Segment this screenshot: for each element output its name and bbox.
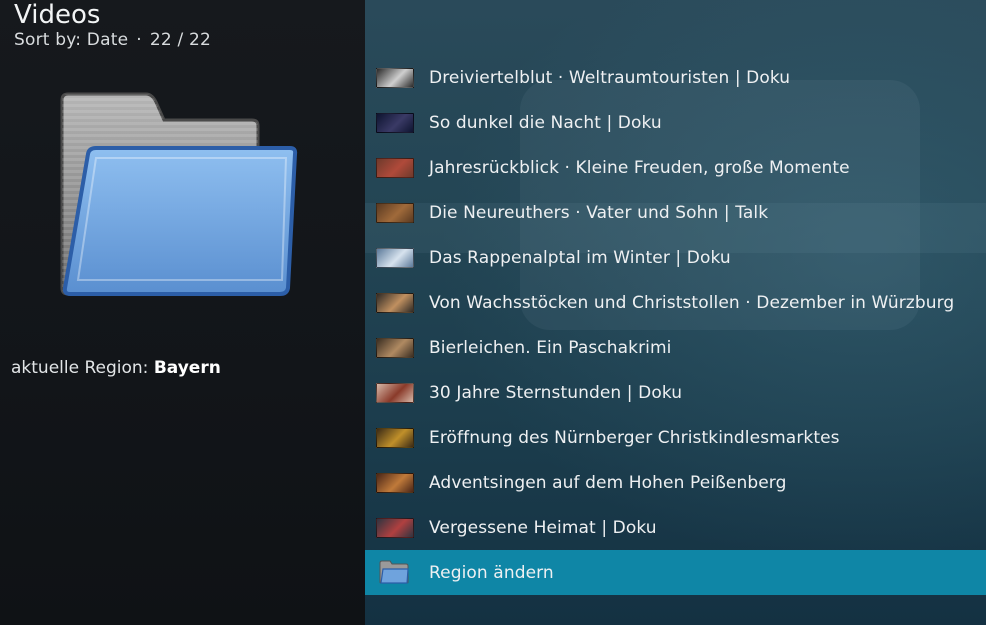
list-item-label: Dreiviertelblut · Weltraumtouristen | Do… [429, 67, 791, 88]
video-thumbnail [376, 68, 414, 88]
region-prefix: aktuelle Region: [11, 358, 149, 378]
video-thumbnail [376, 428, 414, 448]
region-value: Bayern [153, 358, 221, 378]
list-item-label: Von Wachsstöcken und Christstollen · Dez… [429, 292, 955, 313]
video-thumbnail [376, 518, 414, 538]
kodi-video-screen: Videos Sort by: Date · 22 / 22 aktuelle … [0, 0, 986, 625]
video-thumbnail [376, 158, 414, 178]
header: Videos Sort by: Date · 22 / 22 [14, 0, 211, 50]
list-item[interactable]: Jahresrückblick · Kleine Freuden, große … [365, 145, 986, 190]
list-item[interactable]: Die Neureuthers · Vater und Sohn | Talk [365, 190, 986, 235]
list-item-label: Region ändern [429, 562, 554, 583]
list-item-label: So dunkel die Nacht | Doku [429, 112, 662, 133]
folder-icon [60, 92, 298, 296]
list-item-label: Das Rappenalptal im Winter | Doku [429, 247, 731, 268]
current-region: aktuelle Region: Bayern [11, 358, 221, 378]
list-item[interactable]: Adventsingen auf dem Hohen Peißenberg [365, 460, 986, 505]
list-item[interactable]: So dunkel die Nacht | Doku [365, 100, 986, 145]
list-item[interactable]: Vergessene Heimat | Doku [365, 505, 986, 550]
video-list[interactable]: Dreiviertelblut · Weltraumtouristen | Do… [365, 55, 986, 595]
list-item[interactable]: Eröffnung des Nürnberger Christkindlesma… [365, 415, 986, 460]
video-thumbnail [376, 473, 414, 493]
video-thumbnail [376, 113, 414, 133]
page-title: Videos [14, 0, 101, 30]
list-item-label: 30 Jahre Sternstunden | Doku [429, 382, 683, 403]
video-thumbnail [376, 338, 414, 358]
info-panel: Videos Sort by: Date · 22 / 22 aktuelle … [0, 0, 365, 625]
video-thumbnail [376, 383, 414, 403]
list-item[interactable]: Dreiviertelblut · Weltraumtouristen | Do… [365, 55, 986, 100]
list-item[interactable]: Das Rappenalptal im Winter | Doku [365, 235, 986, 280]
list-item-folder[interactable]: Region ändern [365, 550, 986, 595]
list-item[interactable]: Bierleichen. Ein Paschakrimi [365, 325, 986, 370]
item-count: 22 / 22 [149, 30, 212, 50]
list-item-label: Eröffnung des Nürnberger Christkindlesma… [429, 427, 840, 448]
list-item-label: Jahresrückblick · Kleine Freuden, große … [429, 157, 850, 178]
folder-icon [379, 560, 409, 584]
list-item-label: Die Neureuthers · Vater und Sohn | Talk [429, 202, 769, 223]
video-thumbnail [376, 293, 414, 313]
list-item-label: Bierleichen. Ein Paschakrimi [429, 337, 672, 358]
list-item-label: Vergessene Heimat | Doku [429, 517, 657, 538]
video-thumbnail [376, 203, 414, 223]
sort-info[interactable]: Sort by: Date · 22 / 22 [14, 30, 211, 50]
list-item[interactable]: Von Wachsstöcken und Christstollen · Dez… [365, 280, 986, 325]
sort-label: Sort by: Date [14, 30, 129, 50]
separator: · [136, 30, 142, 50]
list-item[interactable]: 30 Jahre Sternstunden | Doku [365, 370, 986, 415]
list-item-label: Adventsingen auf dem Hohen Peißenberg [429, 472, 787, 493]
video-thumbnail [376, 248, 414, 268]
